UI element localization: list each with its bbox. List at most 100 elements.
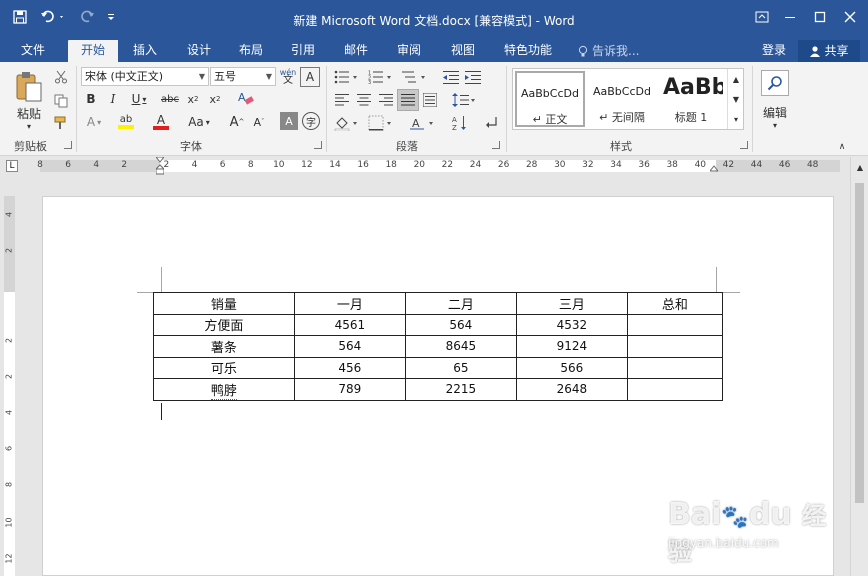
vertical-ruler[interactable]: 4 2 2 2 4 6 8 10 12 <box>0 196 18 576</box>
header-cell[interactable]: 三月 <box>515 292 628 315</box>
tab-review[interactable]: 审阅 <box>386 40 432 62</box>
format-painter-icon[interactable] <box>52 114 70 132</box>
font-launcher-icon[interactable] <box>314 141 322 149</box>
font-color-icon[interactable]: A <box>148 112 174 132</box>
table-cell[interactable]: 4561 <box>293 313 406 336</box>
subscript-icon[interactable]: x2 <box>184 90 202 108</box>
grow-font-icon[interactable]: A ^ <box>228 112 246 132</box>
tab-view[interactable]: 视图 <box>440 40 486 62</box>
chinese-layout-icon[interactable]: A <box>408 113 438 133</box>
tab-references[interactable]: 引用 <box>280 40 326 62</box>
tell-me-box[interactable]: 告诉我... <box>578 40 660 62</box>
sales-table[interactable]: 销量 一月 二月 三月 总和 方便面 4561 564 4532 薯条 564 … <box>153 292 724 401</box>
highlight-color-icon[interactable]: ab <box>112 112 140 132</box>
borders-icon[interactable] <box>366 113 396 133</box>
table-cell[interactable]: 方便面 <box>153 313 295 336</box>
clear-formatting-icon[interactable]: A <box>236 88 256 108</box>
line-spacing-icon[interactable] <box>450 90 478 110</box>
maximize-icon[interactable] <box>806 6 834 28</box>
paste-button[interactable]: 粘贴 ▾ <box>10 68 48 134</box>
align-left-icon[interactable] <box>332 90 352 110</box>
scroll-thumb[interactable] <box>855 183 864 503</box>
header-cell[interactable]: 一月 <box>293 292 406 315</box>
enclose-characters-icon[interactable]: 字 <box>302 112 320 130</box>
increase-indent-icon[interactable] <box>464 67 482 87</box>
table-cell[interactable] <box>626 356 724 379</box>
underline-icon[interactable]: U ▾ <box>126 90 152 108</box>
table-cell[interactable]: 456 <box>293 356 406 379</box>
copy-icon[interactable] <box>52 92 70 110</box>
change-case-icon[interactable]: Aa ▾ <box>184 112 214 132</box>
table-cell[interactable]: 9124 <box>515 335 628 358</box>
tab-design[interactable]: 设计 <box>176 40 222 62</box>
table-cell[interactable]: 65 <box>404 356 517 379</box>
table-cell[interactable]: 薯条 <box>153 335 295 358</box>
minimize-icon[interactable] <box>776 6 804 28</box>
phonetic-guide-icon[interactable]: wén 文 <box>278 67 298 87</box>
sort-icon[interactable]: AZ <box>450 113 470 133</box>
clipboard-launcher-icon[interactable] <box>64 141 72 149</box>
vertical-scrollbar[interactable]: ▲ <box>850 157 868 576</box>
header-cell[interactable]: 总和 <box>626 292 724 315</box>
font-size-select[interactable]: 五号 ▼ <box>210 67 276 86</box>
cut-icon[interactable] <box>52 68 70 86</box>
tab-layout[interactable]: 布局 <box>228 40 274 62</box>
header-cell[interactable]: 二月 <box>404 292 517 315</box>
font-name-select[interactable]: 宋体 (中文正文) ▼ <box>81 67 209 86</box>
horizontal-ruler[interactable]: L 8 6 4 2 2 4 6 8 10 12 14 16 18 20 22 24 26 28 30 32 34 36 38… <box>0 156 852 175</box>
justify-icon[interactable] <box>397 89 419 111</box>
style-heading-1[interactable]: AaBb 标题 1 <box>659 71 723 127</box>
shading-icon[interactable] <box>332 113 362 133</box>
style-normal[interactable]: AaBbCcDd ↵ 正文 <box>515 71 585 127</box>
strikethrough-icon[interactable]: abc <box>158 90 182 108</box>
table-cell[interactable]: 鸭脖 <box>153 378 295 401</box>
table-cell[interactable]: 564 <box>293 335 406 358</box>
paragraph-launcher-icon[interactable] <box>492 141 500 149</box>
header-cell[interactable]: 销量 <box>153 292 295 315</box>
numbering-icon[interactable]: 123 <box>366 67 394 87</box>
login-link[interactable]: 登录 <box>756 40 792 62</box>
bullets-icon[interactable] <box>332 67 360 87</box>
table-cell[interactable]: 2648 <box>515 378 628 401</box>
text-effects-icon[interactable]: A ▾ <box>82 112 106 132</box>
tab-insert[interactable]: 插入 <box>122 40 168 62</box>
distributed-icon[interactable] <box>420 90 440 110</box>
tab-file[interactable]: 文件 <box>8 40 58 62</box>
italic-icon[interactable]: I <box>104 90 122 108</box>
align-right-icon[interactable] <box>376 90 396 110</box>
tab-home[interactable]: 开始 <box>68 40 118 62</box>
editing-button[interactable]: 编辑 ▾ <box>758 68 792 132</box>
tab-special-features[interactable]: 特色功能 <box>496 40 560 62</box>
show-marks-icon[interactable] <box>482 113 500 133</box>
chevron-down-icon[interactable]: ▼ <box>728 91 744 107</box>
table-cell[interactable] <box>626 335 724 358</box>
table-cell[interactable]: 可乐 <box>153 356 295 379</box>
table-cell[interactable]: 8645 <box>404 335 517 358</box>
table-cell[interactable]: 789 <box>293 378 406 401</box>
table-cell[interactable]: 4532 <box>515 313 628 336</box>
tab-selector[interactable]: L <box>6 160 18 172</box>
indent-marker[interactable] <box>154 156 166 175</box>
bold-icon[interactable]: B <box>82 90 100 108</box>
table-cell[interactable]: 564 <box>404 313 517 336</box>
table-cell[interactable]: 2215 <box>404 378 517 401</box>
shrink-font-icon[interactable]: Aˇ <box>250 112 268 132</box>
table-cell[interactable] <box>626 378 724 401</box>
style-no-spacing[interactable]: AaBbCcDd ↵ 无间隔 <box>587 71 657 127</box>
table-cell[interactable] <box>626 313 724 336</box>
superscript-icon[interactable]: x2 <box>206 90 224 108</box>
right-indent-marker[interactable] <box>708 164 720 174</box>
multilevel-list-icon[interactable] <box>400 67 428 87</box>
tab-mailings[interactable]: 邮件 <box>333 40 379 62</box>
chevron-up-icon[interactable]: ▲ <box>728 71 744 87</box>
character-shading-icon[interactable]: A <box>280 112 298 130</box>
decrease-indent-icon[interactable] <box>442 67 460 87</box>
align-center-icon[interactable] <box>354 90 374 110</box>
close-icon[interactable] <box>836 6 864 28</box>
more-styles-icon[interactable]: ▾ <box>728 111 744 127</box>
share-button[interactable]: 共享 <box>798 40 860 62</box>
collapse-ribbon-icon[interactable]: ∧ <box>836 142 848 152</box>
scroll-up-icon[interactable]: ▲ <box>854 161 866 173</box>
styles-launcher-icon[interactable] <box>740 141 748 149</box>
character-border-icon[interactable]: A <box>300 67 320 87</box>
